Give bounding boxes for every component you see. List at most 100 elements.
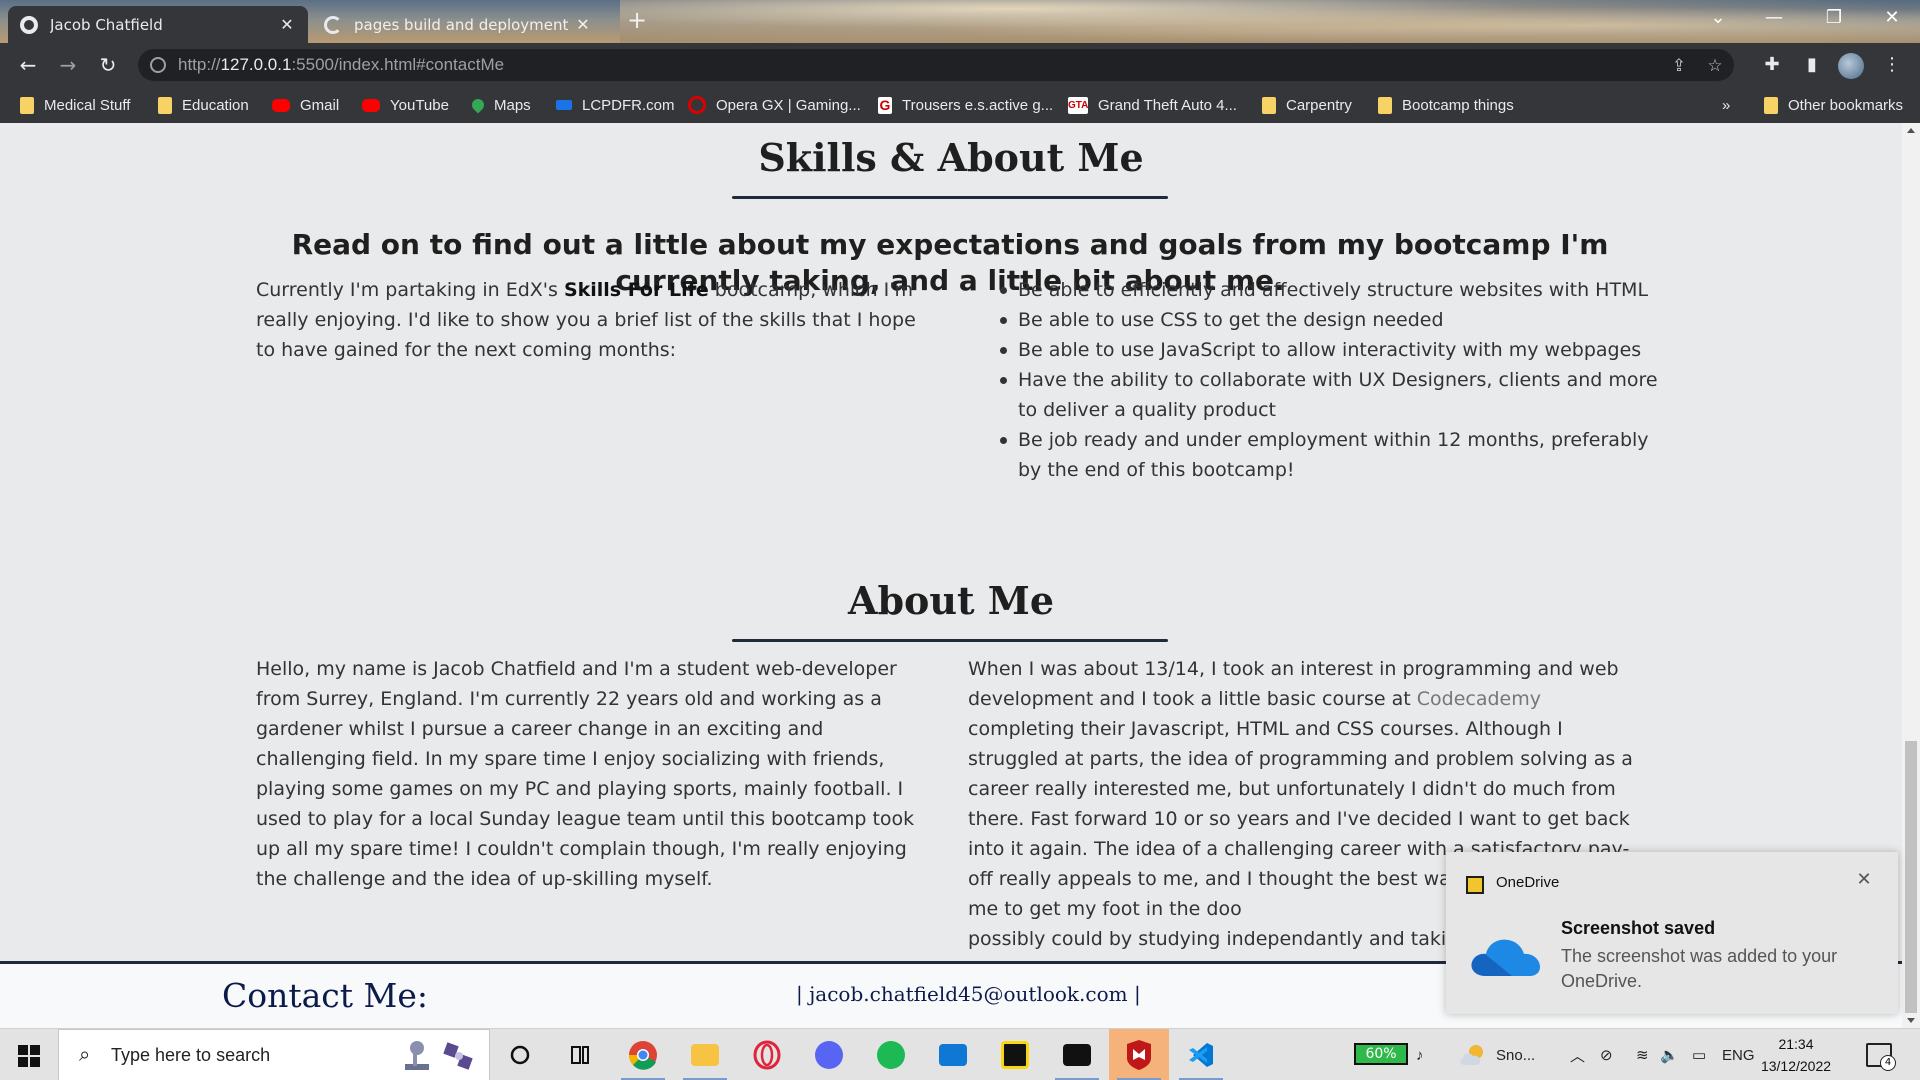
weather-widget[interactable]: Sno... <box>1458 1029 1535 1080</box>
bookmark-bootcamp-things[interactable]: Bootcamp things <box>1378 95 1514 115</box>
reload-icon[interactable]: ↻ <box>94 51 122 79</box>
search-highlight-microscope-icon <box>405 1041 429 1070</box>
folder-icon <box>20 96 34 114</box>
bookmarks-overflow-button[interactable]: » <box>1722 95 1730 115</box>
browser-toolbar: ← → ↻ http://127.0.0.1:5500/index.html#c… <box>0 43 1920 87</box>
share-icon[interactable]: ⇪ <box>1668 55 1690 77</box>
address-bar[interactable]: http://127.0.0.1:5500/index.html#contact… <box>138 49 1734 81</box>
show-hidden-icons-chevron-icon[interactable]: ︿ <box>1570 1029 1585 1080</box>
search-icon: ⌕ <box>79 1042 91 1066</box>
folder-icon <box>1378 96 1392 114</box>
mcafee-icon[interactable] <box>1109 1029 1169 1080</box>
sticky-notes-icon[interactable] <box>985 1029 1045 1080</box>
taskbar-search-box[interactable]: ⌕ Type here to search <box>58 1029 490 1080</box>
bookmark-gmail[interactable]: Gmail <box>272 95 339 115</box>
weather-cloud-icon <box>1460 1045 1483 1065</box>
folder-icon <box>158 96 172 114</box>
bookmark-maps[interactable]: Maps <box>469 95 531 115</box>
side-panel-icon[interactable]: ▮ <box>1800 53 1824 77</box>
url-text: http://127.0.0.1:5500/index.html#contact… <box>178 55 505 74</box>
onedrive-cloud-icon <box>1471 939 1540 976</box>
search-highlight-satellite-icon <box>443 1042 473 1070</box>
bookmark-star-icon[interactable]: ☆ <box>1704 55 1726 77</box>
heading-underline <box>732 196 1168 199</box>
windows-taskbar: ⌕ Type here to search 60% ♪ Sno... ︿ ⊘ ≋… <box>0 1028 1920 1080</box>
tab-pages-build[interactable]: pages build and deployment · jac ✕ <box>312 6 604 43</box>
tab-title: Jacob Chatfield <box>50 15 163 34</box>
globe-icon <box>20 15 38 34</box>
maps-pin-icon <box>469 96 487 114</box>
g-letter-icon: G <box>878 96 892 114</box>
task-view-icon[interactable] <box>550 1029 610 1080</box>
list-item: Be job ready and under employment within… <box>1000 425 1660 485</box>
youtube-icon <box>272 98 290 112</box>
restore-button[interactable]: ❐ <box>1806 0 1862 36</box>
battery-percent-indicator[interactable]: 60% <box>1354 1043 1408 1065</box>
heading-underline <box>732 639 1168 642</box>
tab-jacob-chatfield[interactable]: Jacob Chatfield ✕ <box>8 6 308 43</box>
scroll-up-icon[interactable] <box>1907 128 1915 133</box>
cortana-icon[interactable] <box>490 1029 550 1080</box>
tab-close-icon[interactable]: ✕ <box>574 15 592 34</box>
wifi-icon[interactable]: ≋ <box>1636 1029 1649 1080</box>
skills-heading: Skills & About Me <box>758 135 1144 180</box>
bookmark-medical-stuff[interactable]: Medical Stuff <box>20 95 130 115</box>
chrome-taskbar-icon[interactable] <box>613 1029 673 1080</box>
onedrive-notification[interactable]: OneDrive ✕ Screenshot saved The screensh… <box>1446 852 1898 1014</box>
discord-icon[interactable] <box>799 1029 859 1080</box>
bookmark-carpentry[interactable]: Carpentry <box>1262 95 1352 115</box>
windows-start-icon[interactable] <box>18 1045 40 1067</box>
bookmarks-bar: Medical Stuff Education Gmail YouTube Ma… <box>0 87 1920 123</box>
scroll-down-icon[interactable] <box>1907 1018 1915 1023</box>
intro-paragraph: Currently I'm partaking in EdX's Skills … <box>256 279 916 361</box>
terminal-icon[interactable] <box>1047 1029 1107 1080</box>
file-explorer-icon[interactable] <box>675 1029 735 1080</box>
bookmark-lcpdfr[interactable]: LCPDFR.com <box>556 95 675 115</box>
notification-center-icon[interactable]: 4 <box>1866 1043 1896 1071</box>
tab-close-icon[interactable]: ✕ <box>278 15 296 34</box>
volume-icon[interactable]: 🔈 <box>1660 1029 1679 1080</box>
skills-for-life-text: Skills For Life <box>563 279 709 301</box>
vpn-status-icon[interactable]: ⊘ <box>1600 1029 1613 1080</box>
browser-tab-bar: Jacob Chatfield ✕ pages build and deploy… <box>0 0 1920 43</box>
opera-icon <box>688 96 706 114</box>
site-info-icon[interactable] <box>150 57 166 73</box>
onedrive-app-icon <box>1466 876 1484 894</box>
bookmark-education[interactable]: Education <box>158 95 249 115</box>
youtube-icon <box>362 98 380 112</box>
language-indicator[interactable]: ENG <box>1722 1029 1755 1080</box>
scroll-thumb[interactable] <box>1905 741 1917 1013</box>
forward-arrow-icon[interactable]: → <box>54 51 82 79</box>
notification-close-icon[interactable]: ✕ <box>1852 868 1876 892</box>
lcpdfr-icon <box>556 100 572 110</box>
menu-kebab-icon[interactable]: ⋮ <box>1880 53 1904 77</box>
new-tab-button[interactable]: + <box>622 6 652 36</box>
notification-count-badge: 4 <box>1880 1055 1896 1071</box>
notification-app-name: OneDrive <box>1496 874 1560 891</box>
minimize-button[interactable]: — <box>1746 0 1802 36</box>
system-clock[interactable]: 21:34 13/12/2022 <box>1754 1033 1838 1077</box>
tab-search-chevron-icon[interactable]: ⌄ <box>1690 0 1746 36</box>
extensions-puzzle-icon[interactable]: ✚ <box>1760 53 1784 77</box>
codecademy-link[interactable]: Codecademy <box>1417 688 1541 710</box>
folder-icon <box>1262 96 1276 114</box>
bookmark-gta4[interactable]: GTA Grand Theft Auto 4... <box>1068 95 1237 115</box>
vscode-icon[interactable] <box>1171 1029 1231 1080</box>
bookmark-opera-gx[interactable]: Opera GX | Gaming... <box>688 95 861 115</box>
bookmark-other-bookmarks[interactable]: Other bookmarks <box>1764 95 1903 115</box>
contact-email-link[interactable]: | jacob.chatfield45@outlook.com | <box>796 982 1141 1006</box>
mail-icon[interactable] <box>923 1029 983 1080</box>
spotify-icon[interactable] <box>861 1029 921 1080</box>
tab-title: pages build and deployment · jac <box>354 15 574 34</box>
profile-avatar[interactable] <box>1838 53 1864 79</box>
about-heading: About Me <box>847 578 1055 623</box>
search-placeholder: Type here to search <box>111 1045 271 1065</box>
bookmark-trousers[interactable]: G Trousers e.s.active g... <box>878 95 1053 115</box>
back-arrow-icon[interactable]: ← <box>14 51 42 79</box>
page-scrollbar[interactable] <box>1902 123 1920 1028</box>
list-item: Be able to use CSS to get the design nee… <box>1000 305 1660 335</box>
bookmark-youtube[interactable]: YouTube <box>362 95 449 115</box>
close-window-button[interactable]: ✕ <box>1864 0 1920 36</box>
opera-gx-taskbar-icon[interactable] <box>737 1029 797 1080</box>
battery-icon[interactable]: ▭ <box>1692 1029 1706 1080</box>
